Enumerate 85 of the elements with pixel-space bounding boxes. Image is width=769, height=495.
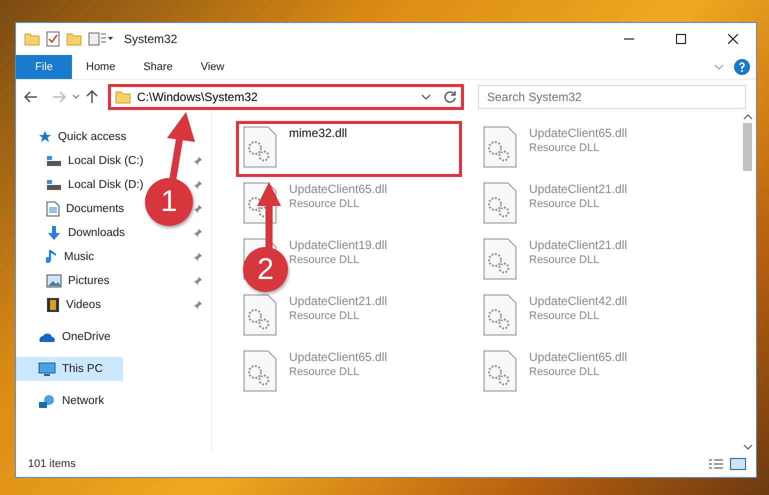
back-arrow-icon[interactable]	[24, 90, 38, 102]
file-name: UpdateClient19.dll	[289, 238, 388, 252]
gear-file-icon	[483, 126, 517, 168]
drive-icon	[46, 155, 62, 167]
file-type: Resource DLL	[529, 310, 600, 322]
folder-icon	[115, 88, 131, 104]
sidebar-item[interactable]: Music	[16, 245, 98, 269]
file-name: UpdateClient21.dll	[529, 238, 628, 252]
dropdown-caret-icon[interactable]	[421, 94, 431, 100]
gear-file-icon	[483, 182, 517, 224]
file-type: Resource DLL	[529, 254, 600, 266]
ribbon-tab[interactable]: File	[16, 55, 72, 79]
file-label[interactable]: mime32.dll	[289, 126, 348, 172]
file-name: UpdateClient65.dll	[289, 182, 388, 196]
file-name: mime32.dll	[289, 126, 348, 140]
scroll-thumb[interactable]	[743, 123, 752, 171]
address-field[interactable]: C:\Windows\System32	[108, 84, 464, 110]
sidebar-item[interactable]: Network	[16, 389, 108, 413]
network-globe-icon	[38, 394, 56, 408]
gear-file-icon	[483, 238, 517, 280]
sidebar-item[interactable]: Pictures	[16, 269, 114, 293]
music-note-icon	[46, 249, 58, 265]
file-type: Resource DLL	[529, 366, 600, 378]
file-name: UpdateClient65.dll	[529, 350, 628, 364]
file-type: Resource DLL	[289, 366, 360, 378]
sidebar-item[interactable]: Quick access	[16, 125, 130, 149]
pin-icon[interactable]	[193, 204, 203, 214]
download-arrow-icon	[46, 225, 62, 241]
help-icon[interactable]	[734, 59, 750, 75]
gear-file-icon	[243, 126, 277, 168]
properties-check-icon[interactable]	[46, 31, 60, 47]
sidebar-item[interactable]: Downloads	[16, 221, 129, 245]
file-type: Resource DLL	[289, 310, 360, 322]
gear-file-icon	[483, 294, 517, 336]
sidebar-item[interactable]: Videos	[16, 293, 105, 317]
file-name: UpdateClient65.dll	[289, 350, 388, 364]
refresh-icon[interactable]	[443, 90, 457, 104]
file-type: Resource DLL	[529, 142, 600, 154]
cloud-icon	[38, 331, 56, 343]
drive-icon	[46, 179, 62, 191]
film-icon	[46, 297, 60, 313]
file-name: UpdateClient65.dll	[529, 126, 628, 140]
customize-dropdown-icon[interactable]	[88, 32, 114, 46]
sidebar-item[interactable]: OneDrive	[16, 325, 115, 349]
star-icon	[38, 130, 52, 144]
scroll-up-icon[interactable]	[742, 113, 752, 121]
scroll-down-icon[interactable]	[742, 443, 752, 451]
file-type: Resource DLL	[289, 198, 360, 210]
gear-file-icon	[243, 350, 277, 392]
pin-icon[interactable]	[193, 156, 203, 166]
sidebar-item[interactable]: This PC	[16, 357, 122, 381]
search-field[interactable]: Search System32	[478, 84, 746, 108]
sidebar-item[interactable]: Local Disk (D:)	[16, 173, 148, 197]
monitor-icon	[38, 362, 56, 376]
close-icon	[728, 34, 738, 44]
folder-icon	[24, 31, 40, 47]
pin-icon[interactable]	[193, 180, 203, 190]
address-path: C:\Windows\System32	[137, 90, 259, 104]
maximize-icon	[676, 34, 686, 44]
gear-file-icon	[483, 350, 517, 392]
pin-icon[interactable]	[193, 228, 203, 238]
pin-icon[interactable]	[193, 252, 203, 262]
pin-icon[interactable]	[193, 300, 203, 310]
large-icons-view-icon[interactable]	[730, 458, 746, 470]
gear-file-icon	[243, 294, 277, 336]
up-arrow-icon[interactable]	[86, 90, 98, 104]
file-name: UpdateClient42.dll	[529, 294, 628, 308]
item-count: 101 items	[28, 458, 76, 470]
folder-icon	[66, 31, 82, 47]
picture-icon	[46, 274, 62, 288]
file-name: UpdateClient21.dll	[529, 182, 628, 196]
window-title: System32	[124, 32, 178, 46]
file-name: UpdateClient21.dll	[289, 294, 388, 308]
pin-icon[interactable]	[193, 276, 203, 286]
ribbon-tab[interactable]: Home	[72, 55, 130, 79]
details-view-icon[interactable]	[708, 458, 724, 470]
document-icon	[46, 201, 60, 217]
sidebar-item[interactable]: Local Disk (C:)	[16, 149, 148, 173]
file-type: Resource DLL	[529, 198, 600, 210]
sidebar-item[interactable]: Documents	[16, 197, 128, 221]
expand-ribbon-icon[interactable]	[714, 64, 724, 70]
ribbon-tab[interactable]: View	[186, 55, 238, 79]
file-type: Resource DLL	[289, 254, 360, 266]
recent-caret-icon[interactable]	[72, 94, 80, 99]
ribbon-tab[interactable]: Share	[129, 55, 187, 79]
